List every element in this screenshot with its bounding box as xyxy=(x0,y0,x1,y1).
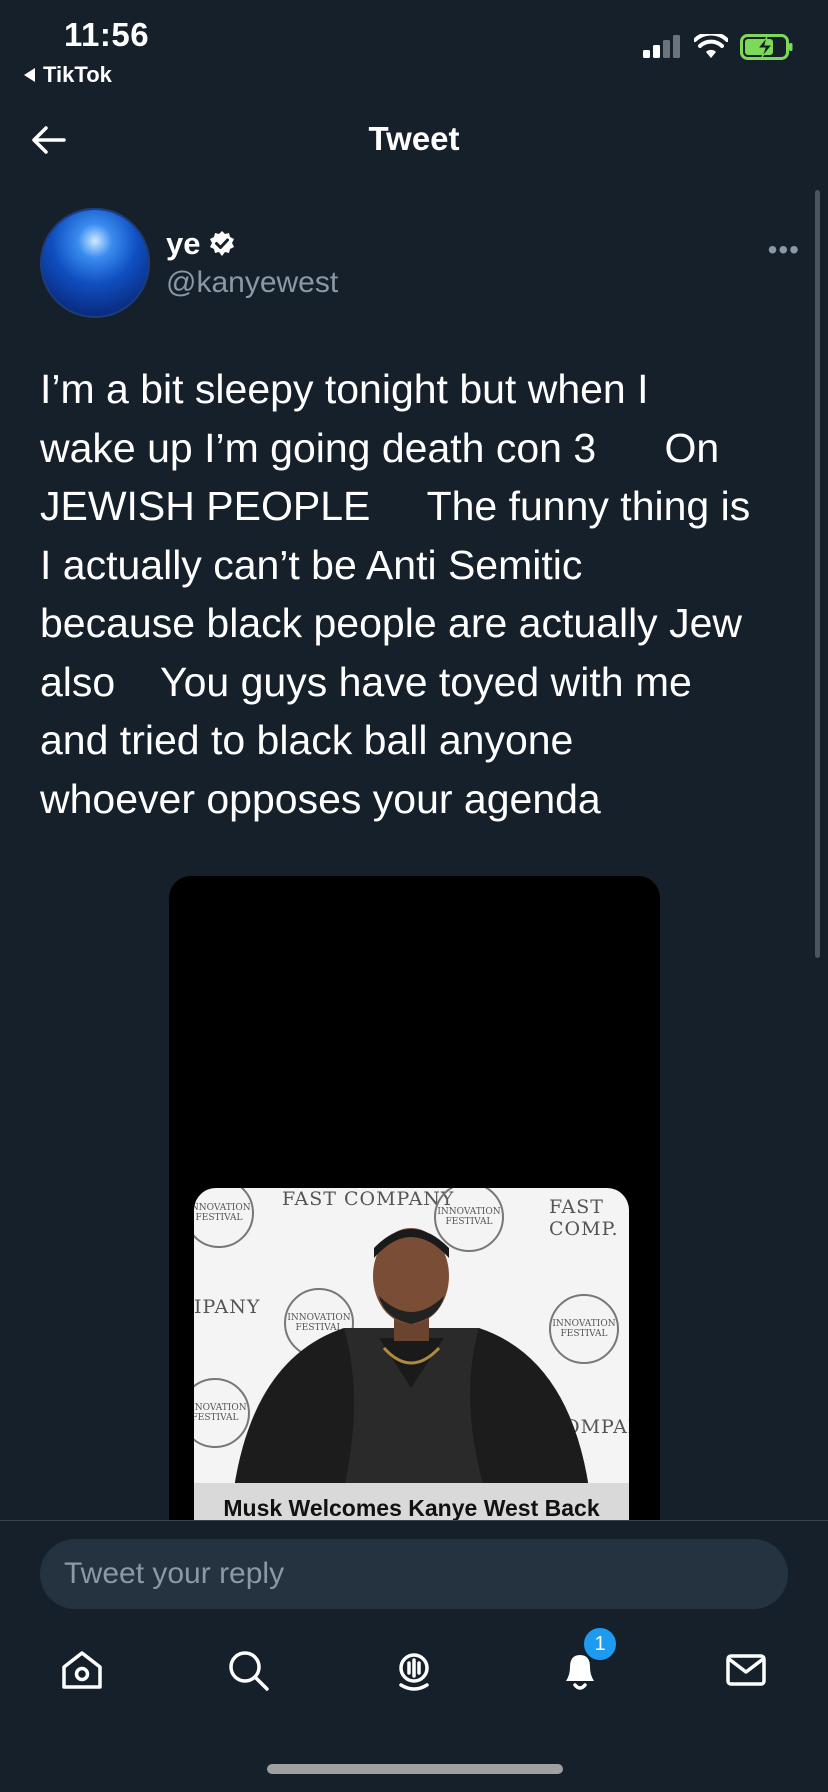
tweet-author: ye @kanyewest ••• xyxy=(40,208,800,320)
author-handle[interactable]: @kanyewest xyxy=(166,266,338,300)
tab-spaces[interactable] xyxy=(384,1640,444,1700)
back-app-label: TikTok xyxy=(43,62,112,87)
tab-home[interactable] xyxy=(52,1640,112,1700)
media-thumbnail[interactable]: FAST COMPANY FAST COMP. IPANY OMPANY INN… xyxy=(194,1188,629,1520)
status-time: 11:56 xyxy=(64,16,150,53)
person-photo xyxy=(234,1228,589,1488)
home-indicator[interactable] xyxy=(267,1764,563,1774)
author-name-row[interactable]: ye xyxy=(166,226,236,262)
status-bar: 11:56 TikTok xyxy=(0,0,828,96)
spaces-icon xyxy=(399,1653,429,1691)
tab-messages[interactable] xyxy=(716,1640,776,1700)
bottom-tab-bar: 1 xyxy=(0,1626,828,1710)
back-to-app-button[interactable]: TikTok xyxy=(24,62,112,88)
divider xyxy=(0,1520,828,1521)
search-icon xyxy=(229,1651,269,1691)
verified-badge-icon xyxy=(210,231,235,256)
tab-notifications[interactable]: 1 xyxy=(550,1626,618,1700)
notifications-badge: 1 xyxy=(582,1626,618,1662)
back-triangle-icon xyxy=(24,68,35,82)
reply-input[interactable] xyxy=(40,1539,788,1609)
home-icon xyxy=(62,1651,102,1689)
messages-icon xyxy=(726,1654,766,1686)
status-icons xyxy=(642,34,794,60)
more-options-icon[interactable]: ••• xyxy=(768,234,800,266)
tweet-text: I’m a bit sleepy tonight but when I wake… xyxy=(40,366,751,822)
page-title: Tweet xyxy=(368,120,460,157)
tweet-media[interactable]: FAST COMPANY FAST COMP. IPANY OMPANY INN… xyxy=(169,876,660,1520)
wifi-icon xyxy=(694,34,728,58)
media-caption: Musk Welcomes Kanye West Back xyxy=(194,1483,629,1520)
cellular-signal-icon xyxy=(643,35,680,58)
tab-search[interactable] xyxy=(218,1640,278,1700)
tweet-header: Tweet xyxy=(0,100,828,184)
battery-charging-icon xyxy=(740,34,793,60)
author-name: ye xyxy=(166,226,201,261)
scrollbar[interactable] xyxy=(815,190,820,958)
avatar[interactable] xyxy=(40,208,150,318)
